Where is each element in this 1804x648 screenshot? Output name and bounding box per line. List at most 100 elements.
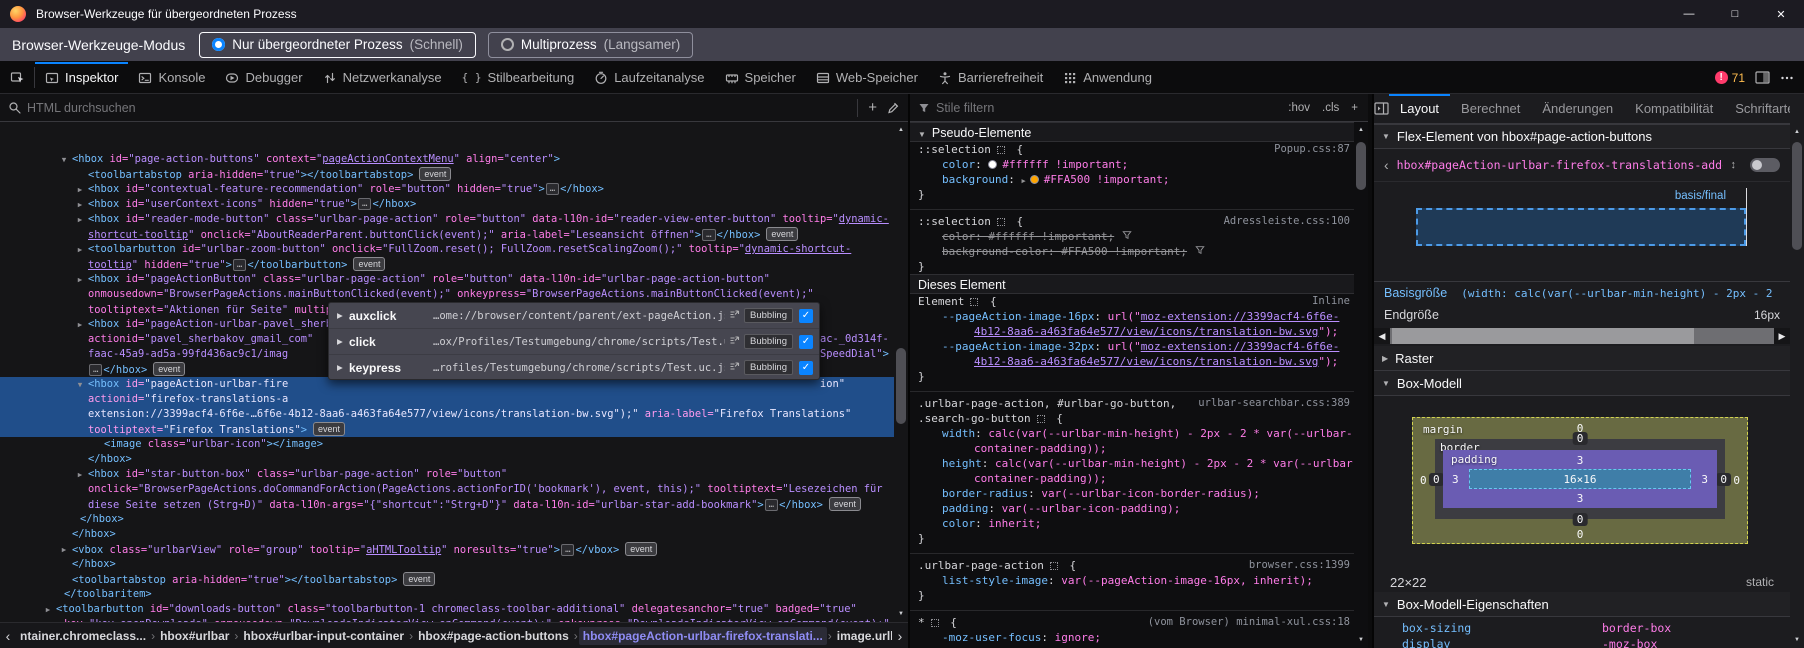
highlighter-toggle[interactable] <box>1750 158 1780 172</box>
css-rule-close[interactable]: } <box>910 187 1354 202</box>
margin-bottom-value[interactable]: 0 <box>1577 528 1584 541</box>
margin-left-value[interactable]: 0 <box>1420 474 1427 487</box>
markup-line[interactable]: onclick="BrowserPageActions.doCommandFor… <box>0 482 894 497</box>
border-right-value[interactable]: 0 <box>1716 473 1731 486</box>
css-rule-close[interactable]: } <box>910 369 1354 384</box>
rules-section-header[interactable]: ▼Pseudo-Elemente <box>910 122 1354 142</box>
stylesheet-source-link[interactable]: urlbar-searchbar.css:389 <box>1198 396 1350 411</box>
breadcrumb-scroll-right-icon[interactable]: › <box>892 628 908 644</box>
tool-tab-debugger[interactable]: Debugger <box>215 62 312 93</box>
back-chevron-icon[interactable]: ‹ <box>1384 157 1389 173</box>
overridden-filter-icon[interactable] <box>1195 245 1205 258</box>
box-model-properties-header[interactable]: ▼ Box-Modell-Eigenschaften <box>1374 592 1790 617</box>
css-selector[interactable]: .urlbar-page-action {browser.css:1399 <box>910 558 1354 573</box>
open-in-debugger-icon[interactable] <box>729 309 740 323</box>
css-declaration[interactable]: background: ▶#FFA500 !important; <box>910 172 1354 187</box>
pick-element-button[interactable] <box>0 62 34 93</box>
overridden-filter-icon[interactable] <box>1122 230 1132 243</box>
twisty-down-icon[interactable]: ▼ <box>59 152 69 167</box>
twisty-right-icon[interactable]: ▶ <box>337 311 349 320</box>
event-listener-row[interactable]: ▶auxclick…ome://browser/content/parent/e… <box>329 303 819 329</box>
padding-top-value[interactable]: 3 <box>1577 454 1584 467</box>
css-rule-close[interactable]: } <box>910 531 1354 546</box>
breadcrumb-item[interactable]: hbox#urlbar-input-container <box>239 627 408 645</box>
rules-button-[interactable]: + <box>1351 102 1358 114</box>
box-model-margin[interactable]: margin 0 0 0 0 border 0 0 0 0 padding 3 <box>1412 417 1748 544</box>
markup-line[interactable]: ▶<vbox class="urlbarView" role="group" t… <box>0 542 894 557</box>
tab-berechnet[interactable]: Berechnet <box>1450 94 1531 123</box>
markup-line[interactable]: tooltip" hidden="true">…</toolbarbutton>… <box>0 257 894 272</box>
breadcrumb-item[interactable]: image.urlbar-icon <box>833 627 892 645</box>
event-enabled-checkbox[interactable]: ✓ <box>799 335 813 349</box>
scrollbar-thumb[interactable] <box>1392 328 1694 344</box>
border-left-value[interactable]: 0 <box>1429 473 1444 486</box>
tool-tab-anwendung[interactable]: Anwendung <box>1053 62 1162 93</box>
padding-right-value[interactable]: 3 <box>1701 473 1708 486</box>
rules-button-cls[interactable]: .cls <box>1322 102 1339 114</box>
scroll-up-icon[interactable]: ▲ <box>1790 124 1804 140</box>
scroll-up-icon[interactable]: ▲ <box>894 122 908 138</box>
event-source[interactable]: …rofiles/Testumgebung/chrome/scripts/Tes… <box>433 362 725 374</box>
breadcrumb-item[interactable]: ntainer.chromeclass... <box>16 627 150 645</box>
add-node-button[interactable]: + <box>868 99 877 116</box>
css-declaration[interactable]: 4b12-8aa6-a463fa64e577/view/icons/transl… <box>910 324 1354 339</box>
scroll-right-icon[interactable]: ▶ <box>1774 328 1790 344</box>
tool-tab-netzwerkanalyse[interactable]: Netzwerkanalyse <box>313 62 452 93</box>
padding-left-value[interactable]: 3 <box>1452 473 1459 486</box>
stylesheet-source-link[interactable]: (vom Browser) minimal-xul.css:18 <box>1148 615 1350 630</box>
scroll-down-icon[interactable]: ▼ <box>1354 632 1368 648</box>
error-count-button[interactable]: ! 71 <box>1715 71 1745 85</box>
mode-option[interactable]: Multiprozess (Langsamer) <box>488 32 693 58</box>
css-declaration[interactable]: width: calc(var(--urlbar-min-height) - 2… <box>910 426 1354 441</box>
maximize-button[interactable]: □ <box>1712 0 1758 28</box>
css-declaration[interactable]: color: #ffffff !important; <box>910 229 1354 244</box>
event-source[interactable]: …ome://browser/content/parent/ext-pageAc… <box>433 310 725 322</box>
markup-line[interactable]: ▶<hbox id="star-button-box" class="urlba… <box>0 467 894 482</box>
selector-highlighter-icon[interactable] <box>1037 415 1045 423</box>
tool-tab-stilbearbeitung[interactable]: { }Stilbearbeitung <box>452 62 585 93</box>
event-enabled-checkbox[interactable]: ✓ <box>799 309 813 323</box>
css-selector[interactable]: Element {Inline <box>910 294 1354 309</box>
scrollbar-thumb[interactable] <box>1792 142 1802 250</box>
twisty-right-icon[interactable]: ▶ <box>43 602 53 617</box>
twisty-right-icon[interactable]: ▶ <box>75 317 85 332</box>
markup-line[interactable]: ▼<hbox id="page-action-buttons" context=… <box>0 152 894 167</box>
css-selector[interactable]: * {(vom Browser) minimal-xul.css:18 <box>910 615 1354 630</box>
box-model-section-header[interactable]: ▼ Box-Modell <box>1374 371 1790 396</box>
split-console-icon[interactable] <box>1755 71 1770 84</box>
box-model-content[interactable]: 16×16 <box>1469 469 1691 489</box>
tool-tab-web-speicher[interactable]: Web-Speicher <box>806 62 928 93</box>
box-model-property-row[interactable]: box-sizingborder-box <box>1374 621 1790 637</box>
css-declaration[interactable]: color: #ffffff !important; <box>910 157 1354 172</box>
css-declaration[interactable]: -moz-user-focus: ignore; <box>910 630 1354 645</box>
stylesheet-source-link[interactable]: Popup.css:87 <box>1274 142 1350 157</box>
css-selector[interactable]: .search-go-button { <box>910 411 1354 426</box>
scrollbar-thumb[interactable] <box>1356 142 1366 190</box>
stylesheet-source-link[interactable]: Inline <box>1312 294 1350 309</box>
close-button[interactable]: ✕ <box>1758 0 1804 28</box>
tool-tab-konsole[interactable]: Konsole <box>128 62 215 93</box>
box-model-padding[interactable]: padding 3 3 3 3 16×16 <box>1443 450 1717 508</box>
event-listener-row[interactable]: ▶click…ox/Profiles/Testumgebung/chrome/s… <box>329 329 819 355</box>
css-declaration[interactable]: container-padding)); <box>910 471 1354 486</box>
tab-layout[interactable]: Layout <box>1389 94 1450 123</box>
markup-line[interactable]: </hbox> <box>0 557 894 572</box>
css-declaration[interactable]: background-color: #FFA500 !important; <box>910 244 1354 259</box>
css-declaration[interactable]: --pageAction-image-32px: url("moz-extens… <box>910 339 1354 354</box>
markup-line[interactable]: </hbox> <box>0 452 894 467</box>
twisty-right-icon[interactable]: ▶ <box>75 272 85 287</box>
markup-line[interactable]: ▶<hbox id="contextual-feature-recommenda… <box>0 182 894 197</box>
markup-line[interactable]: ▶<toolbarbutton id="urlbar-zoom-button" … <box>0 242 894 257</box>
breadcrumb-item[interactable]: hbox#pageAction-urlbar-firefox-translati… <box>579 627 827 645</box>
twisty-down-icon[interactable]: ▼ <box>75 377 85 392</box>
flex-item-name[interactable]: hbox#pageAction-urlbar-firefox-translati… <box>1397 158 1723 172</box>
color-swatch[interactable] <box>988 160 997 169</box>
css-declaration[interactable]: container-padding)); <box>910 441 1354 456</box>
markup-line[interactable]: extension://3399acf4-6f6e-…6f6e-4b12-8aa… <box>0 407 894 422</box>
markup-line[interactable]: <image class="urlbar-icon"></image> <box>0 437 894 452</box>
markup-line[interactable]: ▶<toolbarbutton id="downloads-button" cl… <box>0 602 894 617</box>
tab-kompatibilität[interactable]: Kompatibilität <box>1624 94 1724 123</box>
color-swatch[interactable] <box>1030 175 1039 184</box>
markup-scrollbar[interactable]: ▲ ▼ <box>894 122 908 622</box>
event-enabled-checkbox[interactable]: ✓ <box>799 361 813 375</box>
